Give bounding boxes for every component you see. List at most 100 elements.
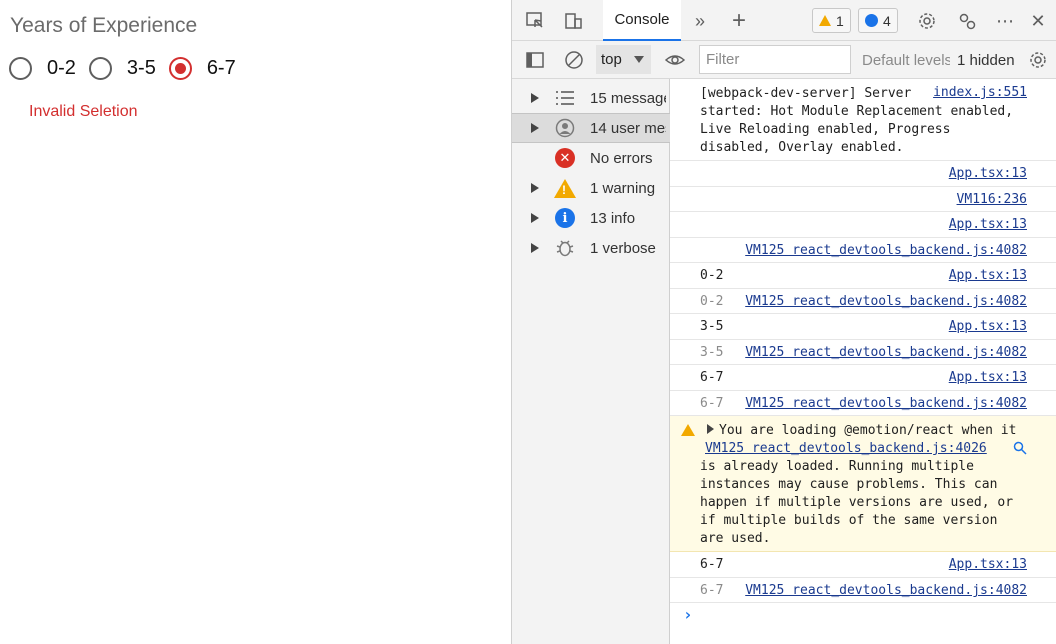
- radio-option-3-5[interactable]: 3-5: [88, 57, 156, 80]
- bug-icon: [554, 237, 576, 259]
- tab-console[interactable]: Console: [603, 0, 681, 41]
- warning-text: if multiple builds of the same version: [700, 513, 998, 528]
- source-link[interactable]: VM116:236: [957, 192, 1027, 207]
- filter-input[interactable]: [699, 45, 851, 74]
- warning-text: happen if multiple versions are used, or: [700, 495, 1014, 510]
- sidebar-item-info[interactable]: i 13 info: [512, 203, 670, 233]
- search-icon[interactable]: [1013, 441, 1027, 459]
- source-link[interactable]: App.tsx:13: [949, 268, 1027, 283]
- log-text: started: Hot Module Replacement enabled,: [700, 104, 1014, 119]
- log-text: 6-7: [700, 557, 724, 572]
- log-text: disabled, Overlay enabled.: [700, 140, 904, 155]
- settings-gear-icon[interactable]: [915, 9, 939, 33]
- source-link[interactable]: App.tsx:13: [949, 370, 1027, 385]
- clear-console-icon[interactable]: [562, 48, 586, 72]
- page-title: Years of Experience: [10, 14, 198, 37]
- log-entry: 6-7 VM125 react_devtools_backend.js:4082: [670, 391, 1056, 416]
- source-link[interactable]: VM125 react_devtools_backend.js:4082: [745, 345, 1027, 360]
- radio-label: 3-5: [126, 57, 156, 79]
- console-prompt[interactable]: ›: [683, 605, 693, 624]
- sidebar-item-label: 14 user messages: [590, 119, 666, 137]
- log-entry: 3-5 VM125 react_devtools_backend.js:4082: [670, 340, 1056, 365]
- list-icon: [554, 87, 576, 109]
- validation-error: Invalid Seletion: [29, 103, 138, 120]
- log-entry: 6-7 VM125 react_devtools_backend.js:4082: [670, 578, 1056, 603]
- warning-icon: [819, 15, 831, 26]
- source-link[interactable]: VM125 react_devtools_backend.js:4082: [745, 396, 1027, 411]
- add-tab-icon[interactable]: +: [727, 7, 751, 34]
- sidebar-item-label: 1 verbose: [590, 239, 656, 257]
- expand-arrow-icon[interactable]: [707, 424, 714, 434]
- radio-button-selected[interactable]: [168, 57, 192, 80]
- message-icon: [865, 14, 878, 27]
- log-text: 0-2: [700, 268, 724, 283]
- expand-arrow-icon[interactable]: [531, 183, 539, 193]
- user-icon: [554, 117, 576, 139]
- log-entry: VM125 react_devtools_backend.js:4082: [670, 238, 1056, 263]
- warnings-count: 1: [836, 12, 844, 29]
- hidden-count: 1 hidden: [957, 52, 1015, 69]
- sidebar-item-label: 1 warning: [590, 179, 656, 197]
- sidebar-item-user-messages[interactable]: 14 user messages: [512, 113, 670, 143]
- messages-badge[interactable]: 4: [858, 8, 898, 33]
- source-link[interactable]: App.tsx:13: [949, 557, 1027, 572]
- context-value: top: [601, 51, 622, 68]
- log-entry-warning: You are loading @emotion/react when it V…: [670, 416, 1056, 552]
- expand-arrow-icon[interactable]: [531, 93, 539, 103]
- devtools-panel: Console » + 1 4 ⋯ ✕ top Filter Default l…: [511, 0, 1056, 644]
- source-link[interactable]: App.tsx:13: [949, 319, 1027, 334]
- log-text: 6-7: [700, 396, 724, 411]
- sidebar-item-verbose[interactable]: 1 verbose: [512, 233, 670, 263]
- chevron-down-icon: [633, 56, 644, 63]
- sidebar-item-errors[interactable]: ✕ No errors: [512, 143, 670, 173]
- source-link[interactable]: index.js:551: [933, 85, 1027, 100]
- warning-icon: !: [554, 177, 576, 199]
- radio-button[interactable]: [88, 57, 112, 80]
- inspect-element-icon[interactable]: [523, 9, 547, 33]
- expand-arrow-icon[interactable]: [531, 243, 539, 253]
- context-selector[interactable]: top: [596, 45, 651, 74]
- log-text: [webpack-dev-server] Server: [700, 86, 912, 101]
- source-link[interactable]: VM125 react_devtools_backend.js:4026: [705, 440, 987, 458]
- sidebar-item-messages[interactable]: 15 messages: [512, 83, 670, 113]
- source-link[interactable]: VM125 react_devtools_backend.js:4082: [745, 294, 1027, 309]
- customize-icon[interactable]: [955, 9, 979, 33]
- sidebar-item-label: No errors: [590, 149, 653, 167]
- log-entry: App.tsx:13: [670, 212, 1056, 238]
- eye-icon[interactable]: [663, 48, 687, 72]
- radio-label: 0-2: [47, 57, 76, 79]
- log-text: 3-5: [700, 345, 724, 360]
- source-link[interactable]: App.tsx:13: [949, 217, 1027, 232]
- console-settings-icon[interactable]: [1026, 48, 1050, 72]
- source-link[interactable]: VM125 react_devtools_backend.js:4082: [745, 583, 1027, 598]
- source-link[interactable]: App.tsx:13: [949, 166, 1027, 181]
- expand-arrow-icon[interactable]: [531, 213, 539, 223]
- sidebar-toggle-icon[interactable]: [523, 48, 547, 72]
- log-entry: 6-7 App.tsx:13: [670, 552, 1056, 578]
- info-icon: i: [554, 207, 576, 229]
- source-link[interactable]: VM125 react_devtools_backend.js:4082: [745, 243, 1027, 258]
- log-entry: 0-2 App.tsx:13: [670, 263, 1056, 289]
- more-options-icon[interactable]: ⋯: [993, 9, 1017, 33]
- console-sidebar: 15 messages 14 user messages ✕ No errors…: [512, 79, 670, 644]
- device-emulation-icon[interactable]: [561, 9, 585, 33]
- radio-button[interactable]: [9, 57, 32, 80]
- warnings-badge[interactable]: 1: [812, 8, 851, 33]
- experience-radio-group: 0-2 3-5 6-7: [9, 57, 249, 80]
- warning-text: instances may cause problems. This can: [700, 477, 998, 492]
- expand-arrow-icon[interactable]: [531, 123, 539, 133]
- log-text: 6-7: [700, 583, 724, 598]
- radio-option-6-7[interactable]: 6-7: [168, 57, 236, 80]
- log-entry: 3-5 App.tsx:13: [670, 314, 1056, 340]
- log-text: 6-7: [700, 370, 724, 385]
- warning-text: are used.: [700, 531, 771, 546]
- sidebar-item-warnings[interactable]: ! 1 warning: [512, 173, 670, 203]
- log-levels-dropdown[interactable]: Default levels: [862, 52, 950, 69]
- warning-text: You are loading @emotion/react when it: [719, 423, 1017, 438]
- console-toolbar: top Default levels 1 hidden: [512, 41, 1056, 79]
- close-icon[interactable]: ✕: [1026, 9, 1050, 33]
- radio-option-0-2[interactable]: 0-2: [9, 57, 76, 80]
- log-text: 3-5: [700, 319, 724, 334]
- more-tabs-icon[interactable]: »: [688, 9, 712, 33]
- sidebar-item-label: 13 info: [590, 209, 636, 227]
